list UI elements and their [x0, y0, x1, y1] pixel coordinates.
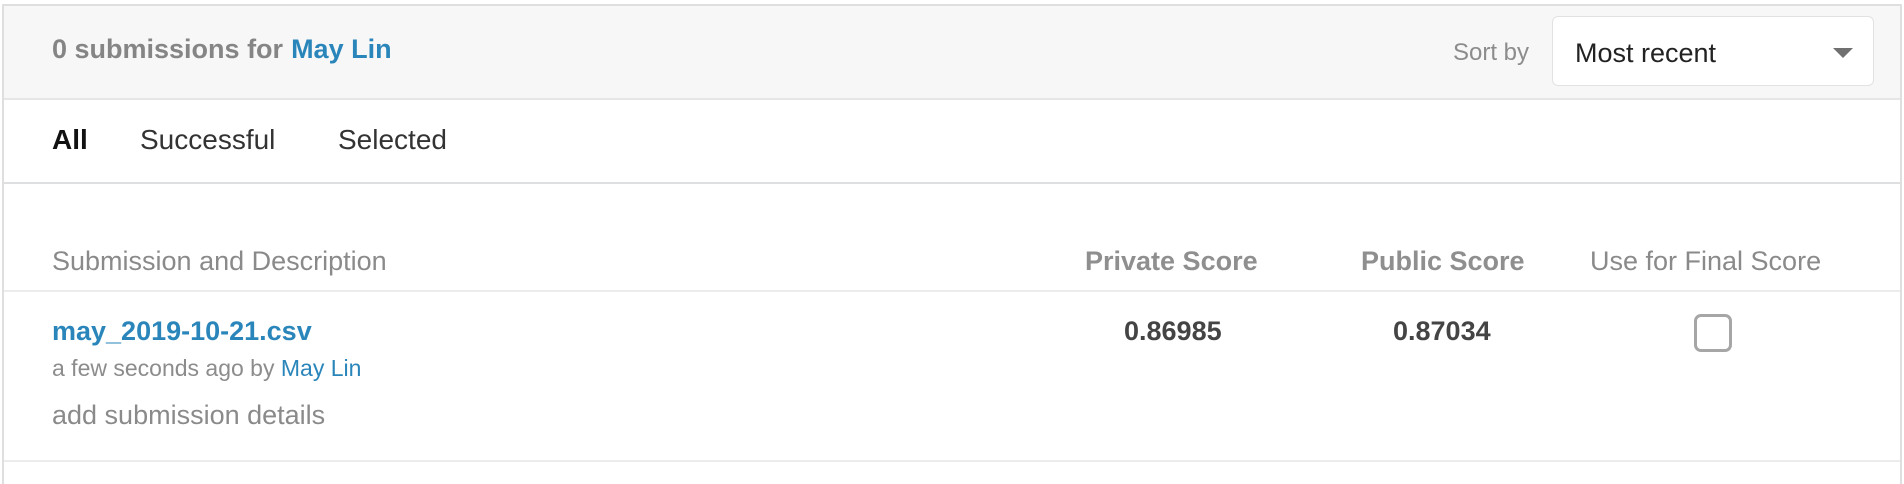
submission-tabs: All Successful Selected [4, 102, 1900, 184]
sort-select[interactable]: Most recent [1552, 16, 1874, 86]
submission-time: a few seconds ago by [52, 355, 275, 381]
submissions-title: 0 submissions for May Lin [52, 34, 392, 65]
column-header-description: Submission and Description [52, 246, 387, 276]
submission-meta: a few seconds ago by May Lin [52, 355, 361, 382]
header-user-link[interactable]: May Lin [291, 34, 392, 64]
submission-file-link[interactable]: may_2019-10-21.csv [52, 316, 312, 347]
table-divider [4, 290, 1900, 292]
add-submission-details-link[interactable]: add submission details [52, 400, 325, 431]
table-divider [4, 460, 1900, 462]
chevron-down-icon [1833, 48, 1853, 58]
use-for-final-score-checkbox[interactable] [1694, 314, 1732, 352]
sort-selected-value: Most recent [1575, 38, 1717, 68]
tab-successful[interactable]: Successful [140, 124, 275, 156]
column-header-private-score: Private Score [1085, 246, 1258, 276]
submission-user-link[interactable]: May Lin [281, 355, 362, 381]
column-header-final-score: Use for Final Score [1590, 246, 1822, 276]
submissions-panel: 0 submissions for May Lin Sort by Most re… [2, 4, 1902, 484]
tab-selected[interactable]: Selected [338, 124, 447, 156]
submissions-header: 0 submissions for May Lin Sort by Most re… [4, 6, 1900, 100]
sort-by-label: Sort by [1453, 39, 1530, 66]
column-header-public-score: Public Score [1361, 246, 1525, 276]
private-score-value: 0.86985 [1124, 316, 1222, 346]
public-score-value: 0.87034 [1393, 316, 1491, 346]
submissions-count-text: 0 submissions for [52, 34, 284, 64]
tab-all[interactable]: All [52, 124, 88, 156]
